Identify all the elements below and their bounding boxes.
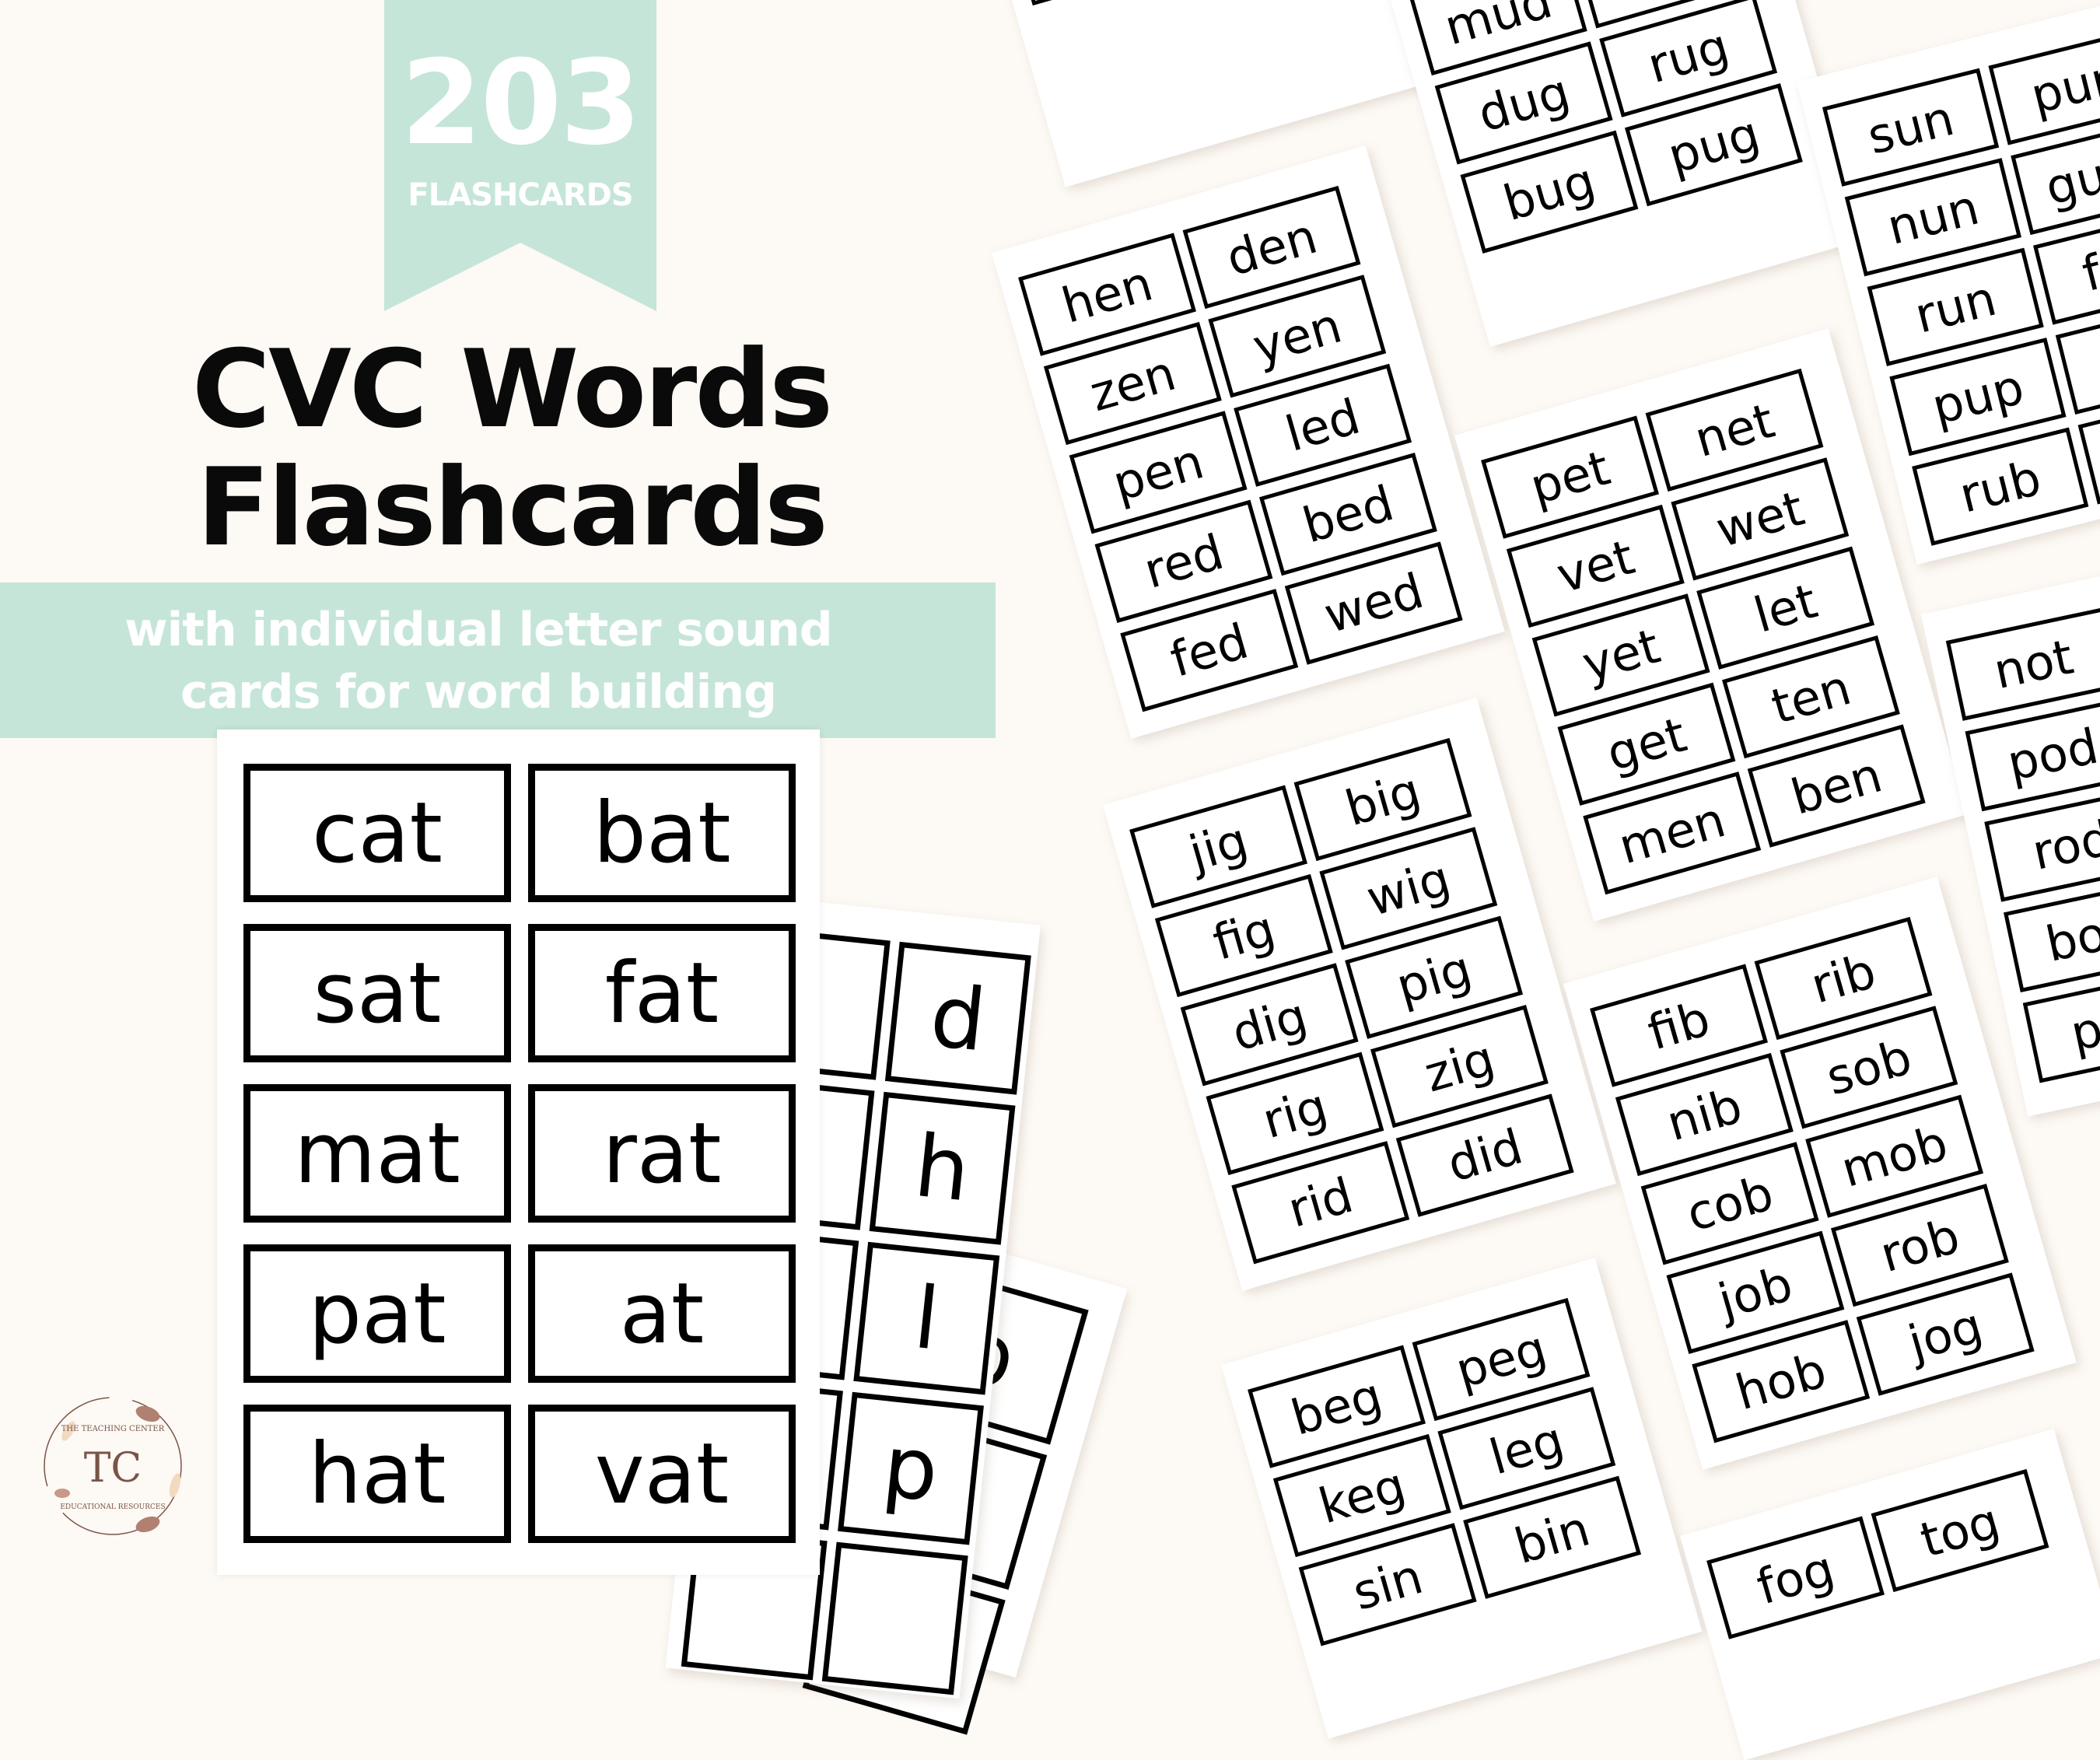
word-card: rat [528,1084,796,1223]
word-card: vat [528,1405,796,1543]
word-card: not [1945,607,2100,721]
word-card: pat [243,1244,511,1383]
title-line-1: CVC Words [191,327,833,452]
main-flashcard-sheet: cat bat sat fat mat rat pat at hat vat [217,730,820,1575]
letter-card: d [884,941,1031,1095]
word-card: tog [1871,1468,2049,1593]
word-card: hat [243,1405,511,1543]
title-line-2: Flashcards [197,445,828,570]
word-card: cat [243,764,511,902]
word-sheet-short-e-1: hen den zen yen pen led red bed fed wed [992,145,1505,739]
word-sheet-short-e-3: beg peg keg leg sin bin [1221,1258,1703,1739]
letter-card: p [838,1391,984,1545]
word-card: at [528,1244,796,1383]
letter-card: l [853,1241,1000,1395]
flashcard-count-label: FLASHCARDS [408,177,633,213]
word-card: nut [1010,0,1188,6]
flashcard-count: 203 [401,36,641,171]
letter-card [821,1541,968,1695]
logo-top-text: THE TEACHING CENTER [61,1425,165,1433]
word-card: sat [243,924,511,1062]
word-sheet-short-o-3: fog tog [1680,1429,2100,1760]
letter-card: h [869,1091,1016,1245]
subtitle-line-1: with individual letter sound [124,603,832,657]
word-sheet-short-u-2: dudbudmudmugdugrugbugpug [1357,0,1864,347]
subtitle-line-2: cards for word building [180,665,777,719]
word-card: mat [243,1084,511,1223]
word-card: fat [528,924,796,1062]
teaching-center-logo: TC THE TEACHING CENTER EDUCATIONAL RESOU… [31,1384,194,1548]
word-card: fog [1706,1516,1885,1639]
logo-bottom-text: EDUCATIONAL RESOURCES [60,1503,165,1511]
count-ribbon-banner: 203 FLASHCARDS [384,0,656,311]
logo-monogram: TC [84,1445,142,1492]
word-sheet-short-i-1: jig big fig wig dig pig rig zig rid did [1103,698,1616,1291]
word-card: pun [1988,26,2100,145]
word-card: bat [528,764,796,902]
